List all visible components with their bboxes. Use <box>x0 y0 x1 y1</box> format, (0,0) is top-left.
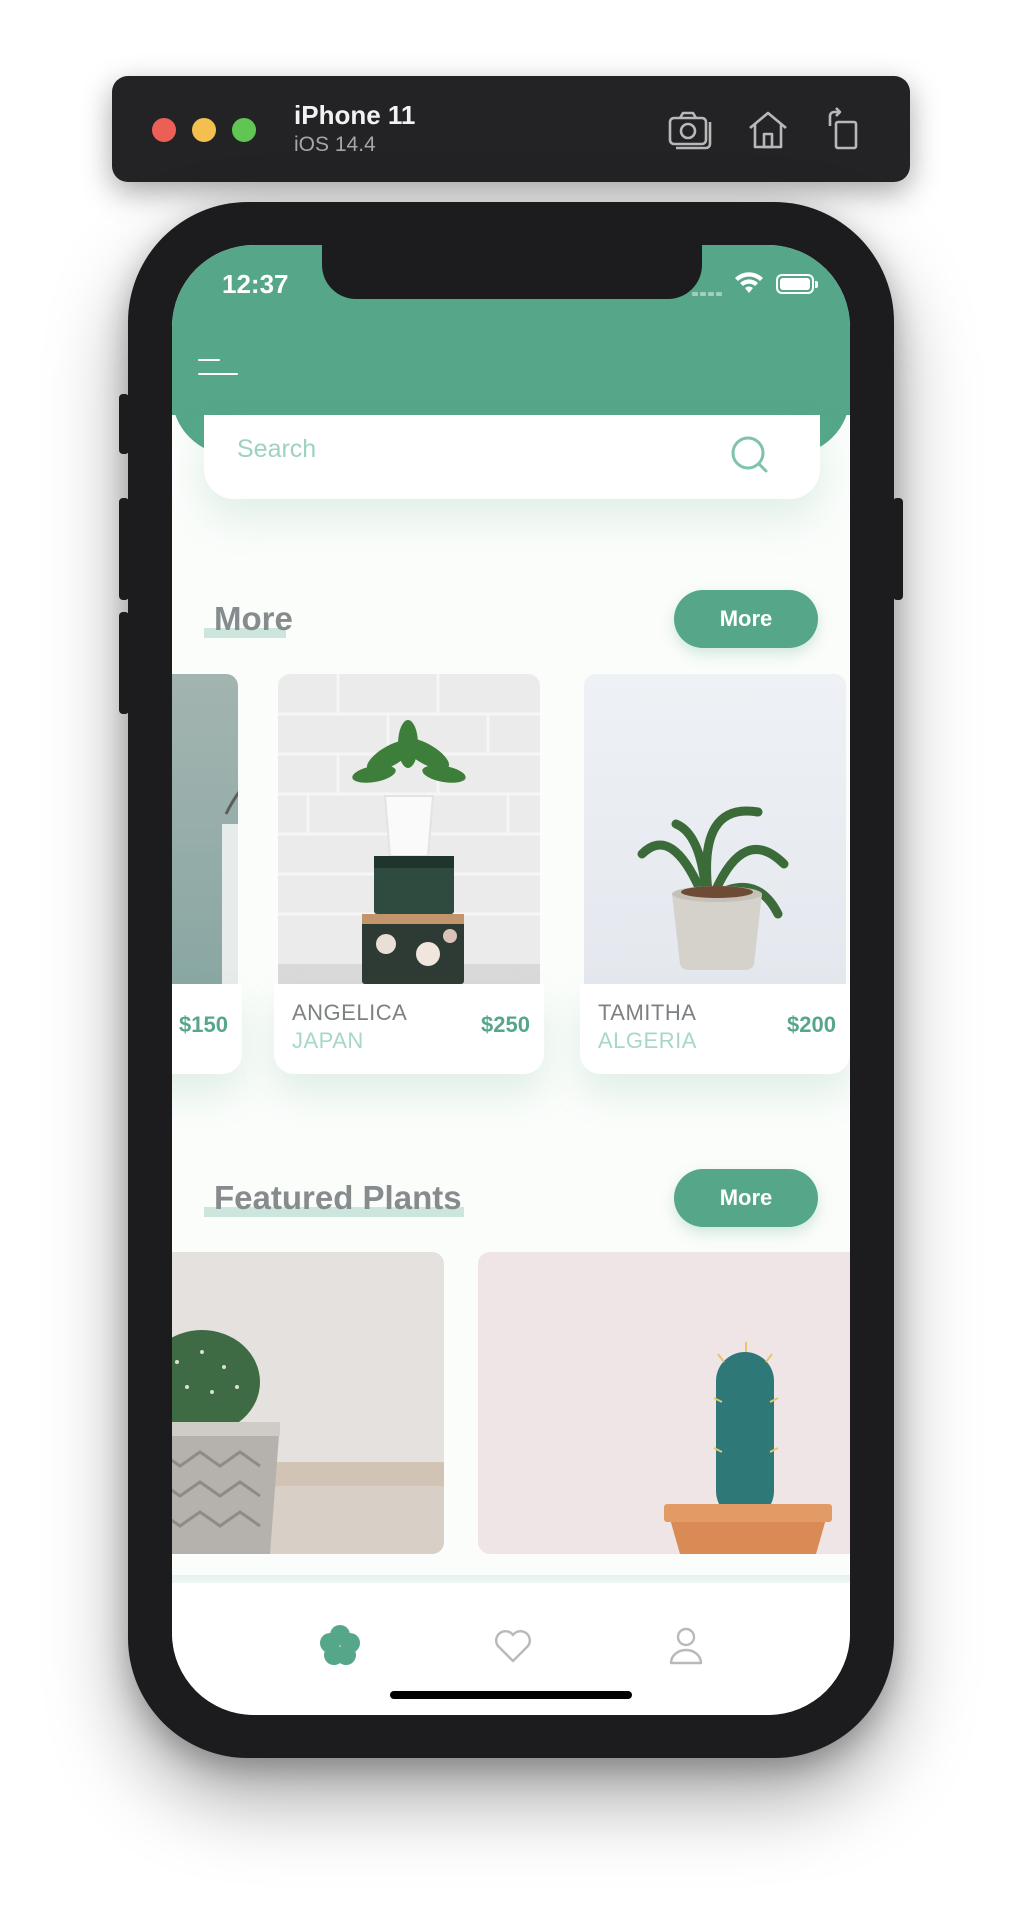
screenshot-icon[interactable] <box>666 106 714 154</box>
plant-price: $200 <box>787 1012 836 1037</box>
plant-info: ANGELICA JAPAN $250 <box>274 984 544 1074</box>
plant-name: TAMITHA <box>598 1000 697 1025</box>
more-button[interactable]: More <box>674 1169 818 1227</box>
plant-image <box>278 674 540 986</box>
section-title-featured: Featured Plants <box>214 1179 462 1216</box>
nav-item-heart-icon[interactable] <box>491 1623 535 1667</box>
wifi-icon <box>735 272 763 293</box>
plant-price: $250 <box>481 1012 530 1037</box>
plant-card[interactable]: TAMITHA ALGERIA $200 <box>580 674 850 1074</box>
plant-image <box>584 674 846 986</box>
featured-plant-image <box>172 1252 444 1554</box>
plant-country: JAPAN <box>292 1028 364 1053</box>
notch <box>322 245 702 299</box>
simulator-toolbar: iPhone 11 iOS 14.4 <box>112 76 910 182</box>
os-version: iOS 14.4 <box>294 133 376 156</box>
volume-up-button <box>119 498 129 600</box>
status-time: 12:37 <box>222 269 289 299</box>
nav-item-profile-icon[interactable] <box>664 1623 708 1667</box>
nav-item-flower-icon[interactable] <box>318 1623 362 1667</box>
plant-card[interactable]: $150 <box>172 674 242 1074</box>
close-window-button[interactable] <box>152 118 176 142</box>
home-indicator[interactable] <box>390 1691 632 1699</box>
device-name: iPhone 11 <box>294 100 416 130</box>
search-input[interactable]: Search <box>237 435 316 464</box>
plant-info: TAMITHA ALGERIA $200 <box>580 984 850 1074</box>
menu-icon[interactable] <box>198 357 238 381</box>
plant-country: ALGERIA <box>598 1028 697 1053</box>
plant-image <box>172 674 238 986</box>
plant-info: $150 <box>172 984 242 1074</box>
status-icons <box>692 271 822 297</box>
featured-plant-card[interactable] <box>478 1252 850 1554</box>
section-title-more: More <box>214 600 293 637</box>
plant-card[interactable]: ANGELICA JAPAN $250 <box>274 674 544 1074</box>
search-bar[interactable]: Search <box>204 415 820 499</box>
more-button[interactable]: More <box>674 590 818 648</box>
zoom-window-button[interactable] <box>232 118 256 142</box>
search-icon[interactable] <box>728 433 772 477</box>
volume-down-button <box>119 612 129 714</box>
battery-icon <box>776 274 818 294</box>
plant-price: $150 <box>179 1012 228 1037</box>
power-button <box>893 498 903 600</box>
app-screen: 12:37 Search More More $150 ANGELICA JAP… <box>172 245 850 1715</box>
featured-plant-card[interactable] <box>172 1252 444 1554</box>
plant-name: ANGELICA <box>292 1000 408 1025</box>
featured-plant-image <box>478 1252 850 1554</box>
cellular-icon <box>692 283 724 301</box>
home-icon[interactable] <box>744 106 792 154</box>
minimize-window-button[interactable] <box>192 118 216 142</box>
rotate-icon[interactable] <box>820 106 868 154</box>
silent-switch <box>119 394 129 454</box>
